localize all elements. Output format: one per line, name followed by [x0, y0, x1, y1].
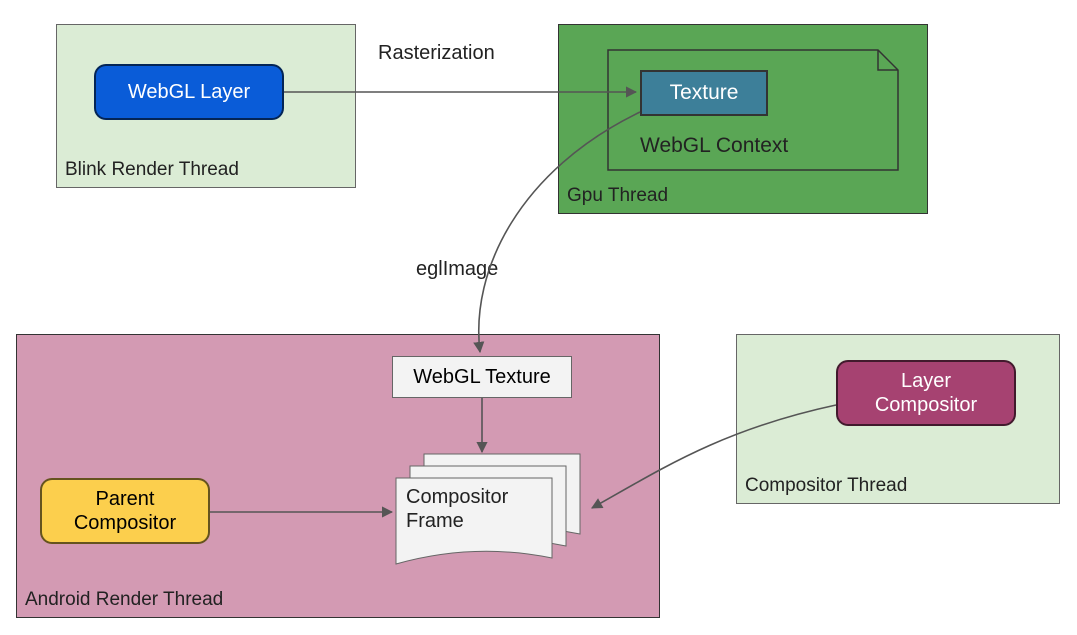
compositor-frame-l2: Frame	[406, 510, 464, 533]
blink-thread-label: Blink Render Thread	[65, 159, 239, 181]
texture-text: Texture	[670, 80, 739, 105]
webgl-texture-text: WebGL Texture	[413, 366, 550, 389]
android-thread-label: Android Render Thread	[25, 589, 223, 611]
webgl-texture-node: WebGL Texture	[392, 356, 572, 398]
rasterization-label: Rasterization	[378, 42, 495, 65]
gpu-thread-box: Gpu Thread	[558, 24, 928, 214]
layer-compositor-text: Layer Compositor	[875, 369, 977, 417]
texture-node: Texture	[640, 70, 768, 116]
compositor-thread-label: Compositor Thread	[745, 475, 907, 497]
parent-compositor-node: Parent Compositor	[40, 478, 210, 544]
eglimage-label: eglImage	[416, 258, 498, 281]
layer-compositor-node: Layer Compositor	[836, 360, 1016, 426]
webgl-context-label: WebGL Context	[640, 134, 788, 158]
compositor-frame-l1: Compositor	[406, 486, 508, 509]
gpu-thread-label: Gpu Thread	[567, 185, 668, 207]
diagram-canvas: Blink Render Thread WebGL Layer Gpu Thre…	[0, 0, 1077, 635]
webgl-layer-node: WebGL Layer	[94, 64, 284, 120]
webgl-layer-text: WebGL Layer	[128, 80, 250, 104]
parent-compositor-text: Parent Compositor	[52, 487, 198, 535]
